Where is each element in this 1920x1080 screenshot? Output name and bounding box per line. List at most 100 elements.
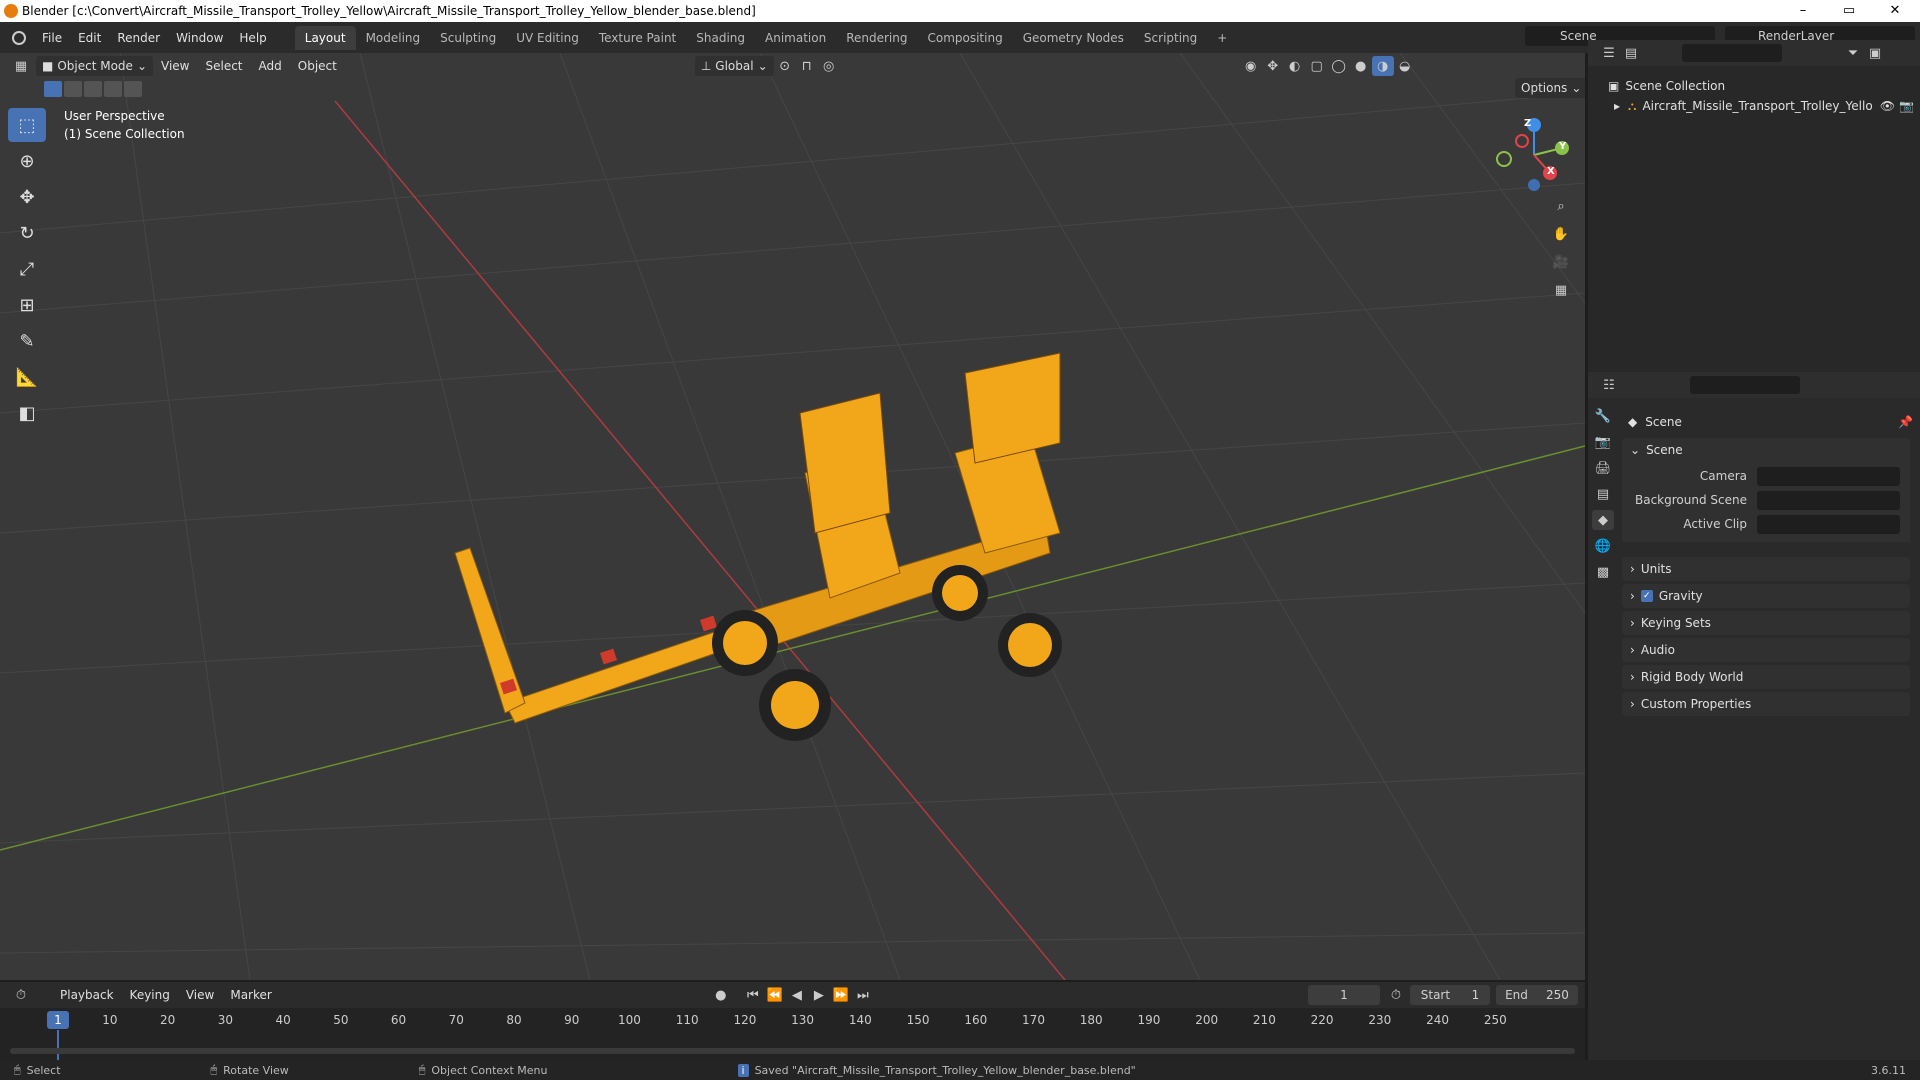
render-tab-icon[interactable]: 📷: [1592, 432, 1614, 452]
current-frame-field[interactable]: 1: [1308, 985, 1380, 1005]
proportional-edit-icon[interactable]: ◎: [818, 56, 840, 76]
wireframe-shading-icon[interactable]: ◯: [1328, 56, 1350, 76]
options-dropdown[interactable]: Options ⌄: [1515, 78, 1585, 98]
maximize-button[interactable]: ▭: [1826, 0, 1872, 22]
select-intersect-icon[interactable]: [124, 81, 142, 97]
viewport-menu-select[interactable]: Select: [197, 55, 250, 77]
close-button[interactable]: ✕: [1872, 0, 1918, 22]
timeline-menu-playback[interactable]: Playback: [52, 984, 122, 1006]
solid-shading-icon[interactable]: ●: [1350, 56, 1372, 76]
visibility-icon[interactable]: ◉: [1240, 56, 1262, 76]
tab-sculpting[interactable]: Sculpting: [430, 26, 506, 50]
filter-icon[interactable]: ⏷: [1842, 43, 1864, 63]
transform-tool-icon[interactable]: ⊞: [8, 288, 46, 322]
scene-tab-icon[interactable]: ◆: [1592, 510, 1614, 530]
properties-editor-type-icon[interactable]: ☷: [1598, 375, 1620, 395]
pan-hand-icon[interactable]: ✋: [1550, 224, 1572, 244]
timeline-menu-keying[interactable]: Keying: [122, 984, 178, 1006]
play-reverse-icon[interactable]: ◀: [786, 985, 808, 1005]
select-new-icon[interactable]: [44, 81, 62, 97]
cursor-tool-icon[interactable]: ⊕: [8, 144, 46, 178]
select-subtract-icon[interactable]: [84, 81, 102, 97]
record-icon[interactable]: ●: [710, 985, 732, 1005]
menu-help[interactable]: Help: [231, 27, 274, 49]
world-tab-icon[interactable]: 🌐: [1592, 536, 1614, 556]
camera-field[interactable]: [1757, 466, 1900, 486]
viewport-menu-add[interactable]: Add: [251, 55, 290, 77]
output-tab-icon[interactable]: 🖨: [1592, 458, 1614, 478]
annotate-tool-icon[interactable]: ✎: [8, 324, 46, 358]
pivot-icon[interactable]: ⊙: [774, 56, 796, 76]
menu-window[interactable]: Window: [168, 27, 231, 49]
timeline-scrollbar[interactable]: [10, 1048, 1575, 1054]
next-keyframe-icon[interactable]: ⏩: [830, 985, 852, 1005]
expand-arrow-icon[interactable]: ▸: [1614, 99, 1620, 113]
tab-modeling[interactable]: Modeling: [356, 26, 431, 50]
rotate-tool-icon[interactable]: ↻: [8, 216, 46, 250]
menu-edit[interactable]: Edit: [70, 27, 109, 49]
gravity-checkbox[interactable]: ✓: [1640, 590, 1653, 602]
snap-icon[interactable]: ⊓: [796, 56, 818, 76]
outliner-editor-type-icon[interactable]: ☰: [1598, 43, 1620, 63]
xray-icon[interactable]: ▢: [1306, 56, 1328, 76]
outliner-search-input[interactable]: [1682, 44, 1782, 62]
add-cube-tool-icon[interactable]: ◧: [8, 396, 46, 430]
tab-scripting[interactable]: Scripting: [1134, 26, 1207, 50]
tab-texture-paint[interactable]: Texture Paint: [589, 26, 686, 50]
material-shading-icon[interactable]: ◑: [1371, 56, 1394, 76]
display-mode-icon[interactable]: ▤: [1620, 43, 1642, 63]
stopwatch-icon[interactable]: ⏱: [1385, 985, 1407, 1005]
minimize-button[interactable]: –: [1780, 0, 1826, 22]
jump-end-icon[interactable]: ⏭: [852, 985, 874, 1005]
overlay-icon[interactable]: ◐: [1284, 56, 1306, 76]
viewport-menu-view[interactable]: View: [153, 55, 197, 77]
rendered-shading-icon[interactable]: ◒: [1394, 56, 1416, 76]
panel-keying-sets[interactable]: › Keying Sets: [1622, 611, 1910, 635]
properties-search-input[interactable]: [1690, 376, 1800, 394]
panel-audio[interactable]: › Audio: [1622, 638, 1910, 662]
timeline-area[interactable]: 1 10 20 30 40 50 60 70 80 90 100 110 120 130 140 150 160…: [0, 1008, 1585, 1060]
panel-custom-properties[interactable]: › Custom Properties: [1622, 692, 1910, 716]
add-workspace-button[interactable]: +: [1207, 26, 1237, 50]
select-box-tool-icon[interactable]: ⬚: [8, 108, 46, 142]
tab-uv-editing[interactable]: UV Editing: [506, 26, 589, 50]
active-clip-field[interactable]: [1757, 514, 1900, 534]
select-extend-icon[interactable]: [64, 81, 82, 97]
outliner-item-object[interactable]: ▸ ⛬ Aircraft_Missile_Transport_Trolley_Y…: [1614, 94, 1914, 118]
select-invert-icon[interactable]: [104, 81, 122, 97]
tool-tab-icon[interactable]: 🔧: [1592, 406, 1614, 426]
scale-tool-icon[interactable]: ⤢: [8, 252, 46, 286]
jump-start-icon[interactable]: ⏮: [742, 985, 764, 1005]
panel-rigid-body-world[interactable]: › Rigid Body World: [1622, 665, 1910, 689]
transform-orientation-dropdown[interactable]: ⊥ Global ⌄: [694, 56, 774, 76]
move-tool-icon[interactable]: ✥: [8, 180, 46, 214]
camera-view-icon[interactable]: 🎥: [1550, 252, 1572, 272]
gizmo-toggle-icon[interactable]: ✥: [1262, 56, 1284, 76]
panel-units[interactable]: › Units: [1622, 557, 1910, 581]
trolley-model[interactable]: [454, 352, 1062, 741]
eye-icon[interactable]: 👁: [1880, 99, 1895, 113]
background-scene-field[interactable]: [1757, 490, 1900, 510]
ortho-grid-icon[interactable]: ▦: [1550, 280, 1572, 300]
timeline-menu-view[interactable]: View: [178, 984, 222, 1006]
timeline-editor-type-icon[interactable]: ⏱: [10, 985, 32, 1005]
prev-keyframe-icon[interactable]: ⏪: [764, 985, 786, 1005]
tab-animation[interactable]: Animation: [755, 26, 836, 50]
tab-shading[interactable]: Shading: [686, 26, 755, 50]
view-layer-tab-icon[interactable]: ▤: [1592, 484, 1614, 504]
viewport-menu-object[interactable]: Object: [290, 55, 345, 77]
tab-rendering[interactable]: Rendering: [836, 26, 917, 50]
new-collection-icon[interactable]: ▣: [1864, 43, 1886, 63]
blender-menu-icon[interactable]: [12, 30, 26, 45]
editor-type-icon[interactable]: ▦: [10, 56, 32, 76]
camera-icon[interactable]: 📷: [1899, 99, 1914, 113]
measure-tool-icon[interactable]: 📐: [8, 360, 46, 394]
menu-file[interactable]: File: [34, 27, 70, 49]
mode-dropdown[interactable]: ■ Object Mode ⌄: [36, 56, 153, 76]
tab-compositing[interactable]: Compositing: [917, 26, 1012, 50]
menu-render[interactable]: Render: [109, 27, 168, 49]
3d-viewport[interactable]: ▦ ■ Object Mode ⌄ View Select Add Object…: [0, 53, 1585, 980]
tab-layout[interactable]: Layout: [294, 25, 356, 50]
playhead[interactable]: [57, 1030, 59, 1060]
pin-icon[interactable]: 📌: [1898, 415, 1913, 429]
